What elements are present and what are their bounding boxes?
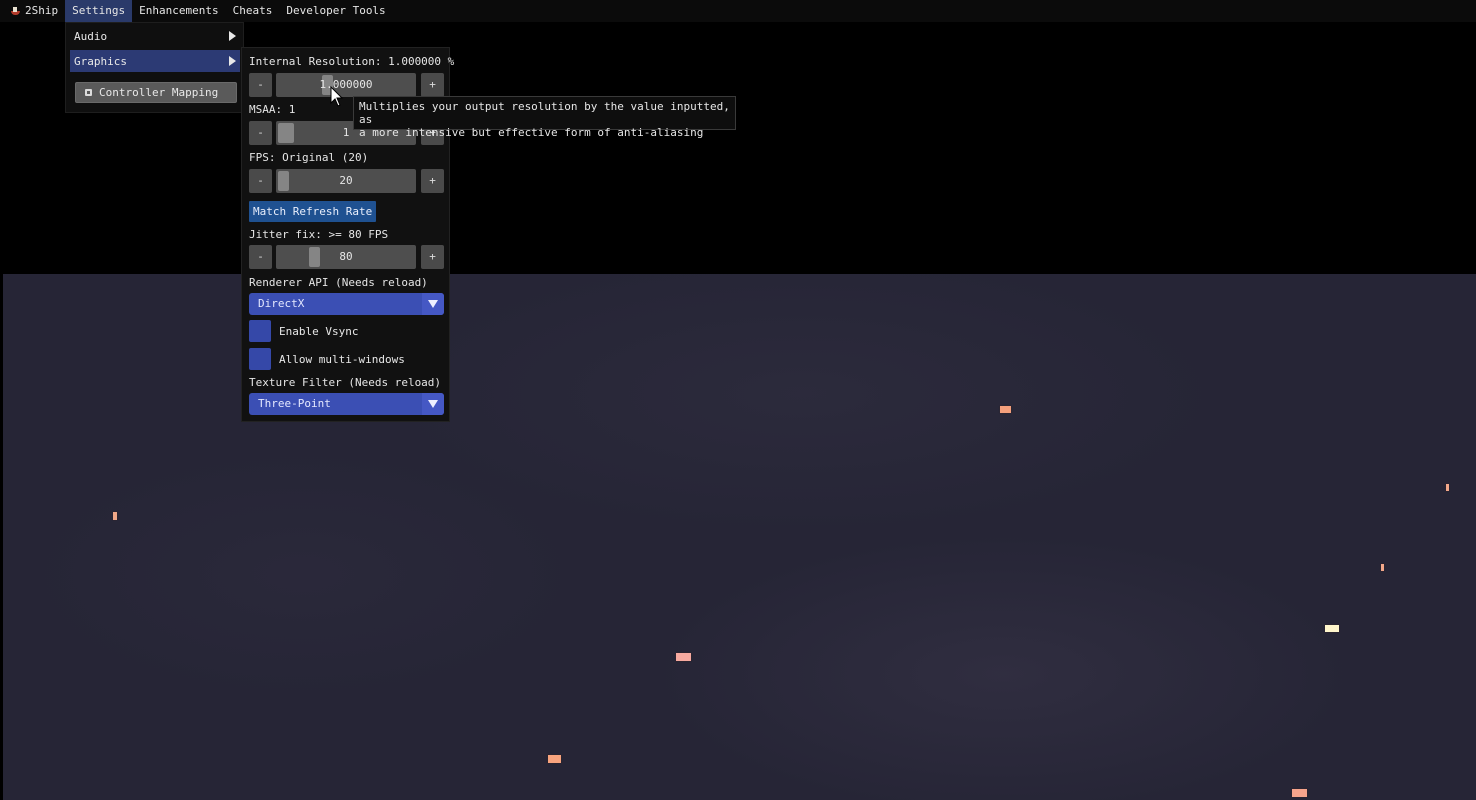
- sprite-ember: [676, 653, 691, 661]
- fps-slider[interactable]: 20: [276, 169, 416, 193]
- menu-item-audio[interactable]: Audio: [70, 25, 240, 47]
- texture-filter-select[interactable]: Three-Point: [249, 393, 444, 415]
- texture-filter-dropdown-button[interactable]: [422, 393, 444, 415]
- fps-decrement-button[interactable]: -: [249, 169, 272, 193]
- sprite-ember: [1292, 789, 1307, 797]
- jitter-fix-increment-button[interactable]: +: [421, 245, 444, 269]
- internal-resolution-slider-row: - 1.000000 +: [249, 73, 444, 97]
- internal-resolution-slider[interactable]: 1.000000: [276, 73, 416, 97]
- menu-item-graphics-label: Graphics: [74, 54, 127, 68]
- menu-enhancements[interactable]: Enhancements: [132, 0, 225, 22]
- fps-slider-row: - 20 +: [249, 169, 444, 193]
- jitter-fix-value: 80: [339, 250, 353, 263]
- tooltip-line-2: a more intensive but effective form of a…: [359, 126, 704, 139]
- chevron-down-icon: [428, 400, 438, 408]
- tooltip-line-1: Multiplies your output resolution by the…: [359, 100, 730, 126]
- jitter-fix-slider-row: - 80 +: [249, 245, 444, 269]
- renderer-api-label: Renderer API (Needs reload): [249, 276, 428, 289]
- mouse-cursor-icon: [330, 86, 344, 107]
- fps-increment-button[interactable]: +: [421, 169, 444, 193]
- ship-icon: [10, 6, 20, 16]
- jitter-fix-label: Jitter fix: >= 80 FPS: [249, 228, 389, 241]
- menu-settings[interactable]: Settings: [65, 0, 133, 22]
- internal-resolution-label: Internal Resolution: 1.000000 %: [249, 55, 455, 68]
- tooltip: Multiplies your output resolution by the…: [353, 96, 736, 139]
- fps-value: 20: [339, 174, 353, 187]
- renderer-api-value: DirectX: [258, 297, 305, 310]
- allow-multi-windows-label: Allow multi-windows: [279, 352, 405, 366]
- settings-dropdown: Audio Graphics Controller Mapping: [65, 22, 244, 113]
- sprite-ember: [548, 755, 561, 763]
- enable-vsync-checkbox[interactable]: [249, 320, 271, 342]
- controller-mapping-button[interactable]: Controller Mapping: [75, 82, 237, 103]
- texture-filter-value: Three-Point: [258, 397, 331, 410]
- controller-mapping-label: Controller Mapping: [99, 86, 219, 99]
- menu-2ship[interactable]: 2Ship: [25, 0, 65, 22]
- enable-vsync-label: Enable Vsync: [279, 324, 359, 338]
- game-viewport: [3, 274, 1476, 800]
- internal-resolution-value: 1.000000: [319, 78, 373, 91]
- renderer-api-dropdown-button[interactable]: [422, 293, 444, 315]
- gamepad-icon: [85, 89, 92, 96]
- sprite-ember: [1381, 564, 1384, 571]
- renderer-api-select[interactable]: DirectX: [249, 293, 444, 315]
- msaa-label: MSAA: 1: [249, 103, 296, 116]
- screen: 2Ship Settings Enhancements Cheats Devel…: [0, 0, 1476, 800]
- texture-filter-label: Texture Filter (Needs reload): [249, 376, 442, 389]
- menu-item-audio-label: Audio: [74, 29, 108, 43]
- match-refresh-rate-button[interactable]: Match Refresh Rate: [249, 201, 377, 222]
- menu-developer-tools[interactable]: Developer Tools: [279, 0, 392, 22]
- fps-label: FPS: Original (20): [249, 151, 369, 164]
- menu-item-graphics[interactable]: Graphics: [70, 50, 240, 72]
- allow-multi-windows-checkbox[interactable]: [249, 348, 271, 370]
- menu-cheats[interactable]: Cheats: [226, 0, 280, 22]
- msaa-decrement-button[interactable]: -: [249, 121, 272, 145]
- sprite-ember: [1446, 484, 1449, 491]
- allow-multi-windows-row[interactable]: Allow multi-windows: [249, 348, 405, 370]
- sprite-ember: [1000, 406, 1011, 413]
- sprite-star: [1325, 625, 1339, 632]
- jitter-fix-decrement-button[interactable]: -: [249, 245, 272, 269]
- jitter-fix-slider[interactable]: 80: [276, 245, 416, 269]
- chevron-down-icon: [428, 300, 438, 308]
- menu-bar: 2Ship Settings Enhancements Cheats Devel…: [0, 0, 1476, 22]
- enable-vsync-row[interactable]: Enable Vsync: [249, 320, 358, 342]
- chevron-right-icon: [229, 31, 236, 41]
- chevron-right-icon: [229, 56, 236, 66]
- internal-resolution-increment-button[interactable]: +: [421, 73, 444, 97]
- internal-resolution-decrement-button[interactable]: -: [249, 73, 272, 97]
- sprite-ember: [113, 512, 117, 520]
